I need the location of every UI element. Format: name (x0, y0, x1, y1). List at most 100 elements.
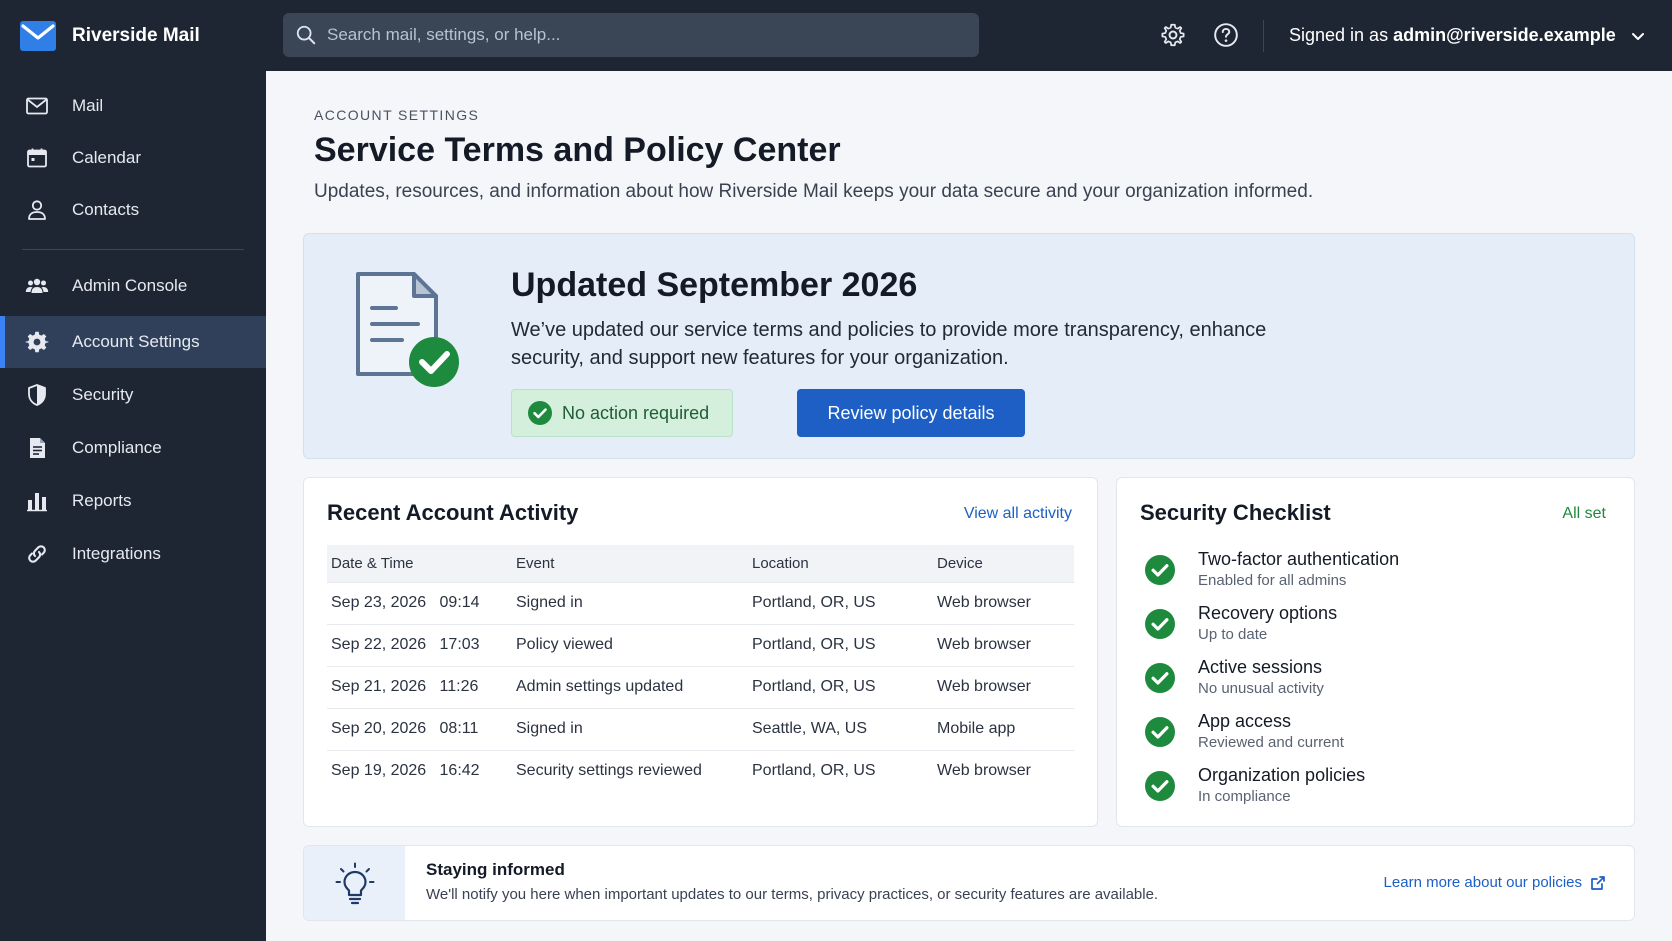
sidebar-item-label: Account Settings (72, 332, 200, 351)
cell-device: Mobile app (933, 707, 1074, 750)
sidebar-item-label: Compliance (72, 438, 162, 457)
cell-datetime: Sep 22, 2026 17:03 (327, 623, 512, 666)
search-bar[interactable] (283, 13, 979, 57)
sidebar-item-label: Contacts (72, 200, 140, 219)
top-divider (1263, 20, 1264, 52)
status-badge: No action required (511, 389, 733, 437)
sidebar-item-calendar[interactable]: Calendar (0, 132, 266, 184)
all-set-link[interactable]: All set (1562, 505, 1606, 523)
checklist-item-title: Organization policies (1198, 765, 1366, 785)
document-check-icon (356, 272, 459, 387)
sidebar-item-admin-console[interactable]: Admin Console (0, 260, 266, 312)
table-row: Sep 22, 2026 17:03 Policy viewed Portlan… (327, 623, 1074, 666)
checklist-item: Two-factor authentication Enabled for al… (1145, 549, 1615, 599)
checklist-item-title: Two-factor authentication (1198, 549, 1400, 569)
learn-more-label: Learn more about our policies (1383, 874, 1582, 891)
sidebar-item-label: Security (72, 385, 134, 404)
info-icon-box (304, 846, 405, 920)
check-circle-icon (1145, 771, 1175, 801)
brand[interactable]: Riverside Mail (0, 0, 266, 71)
table-header-row: Date & Time Event Location Device (327, 545, 1074, 582)
sidebar: Mail Calendar Contacts Admin Console Acc… (0, 71, 266, 941)
check-circle-icon (1145, 717, 1175, 747)
app-name: Riverside Mail (72, 24, 200, 46)
cell-device: Web browser (933, 581, 1074, 624)
cell-datetime: Sep 23, 2026 09:14 (327, 581, 512, 624)
cell-location: Portland, OR, US (748, 665, 933, 708)
lightbulb-icon (335, 862, 374, 905)
sidebar-item-account-settings[interactable]: Account Settings (0, 316, 266, 368)
help-icon[interactable] (1213, 22, 1239, 48)
table-row: Sep 21, 2026 11:26 Admin settings update… (327, 665, 1074, 708)
cell-location: Seattle, WA, US (748, 707, 933, 750)
cell-location: Portland, OR, US (748, 623, 933, 666)
cell-device: Web browser (933, 623, 1074, 666)
gear-icon[interactable] (1160, 22, 1186, 48)
sidebar-item-label: Reports (72, 491, 132, 510)
checklist-item-status: In compliance (1198, 788, 1291, 805)
activity-table: Date & Time Event Location Device Sep 23… (327, 545, 1074, 792)
review-policy-button[interactable]: Review policy details (797, 389, 1025, 437)
cell-event: Signed in (512, 707, 748, 750)
cell-datetime: Sep 19, 2026 16:42 (327, 749, 512, 792)
check-circle-icon (1145, 663, 1175, 693)
cell-datetime: Sep 20, 2026 08:11 (327, 707, 512, 750)
table-row: Sep 20, 2026 08:11 Signed in Seattle, WA… (327, 707, 1074, 750)
external-link-icon (1591, 875, 1605, 890)
account-menu[interactable]: Signed in as admin@riverside.example (1289, 0, 1646, 71)
cell-location: Portland, OR, US (748, 749, 933, 792)
bar-chart-icon (27, 493, 47, 512)
checklist-item-title: App access (1198, 711, 1292, 731)
table-row: Sep 23, 2026 09:14 Signed in Portland, O… (327, 581, 1074, 624)
page-subtitle: Updates, resources, and information abou… (314, 181, 1314, 202)
checklist-title: Security Checklist (1140, 500, 1331, 525)
cell-event: Policy viewed (512, 623, 748, 666)
status-label: No action required (562, 402, 710, 423)
people-icon (25, 278, 49, 293)
checklist-item-status: Up to date (1198, 626, 1268, 643)
banner-text: We’ve updated our service terms and poli… (511, 319, 1267, 369)
sidebar-item-label: Mail (72, 96, 104, 115)
table-row: Sep 19, 2026 16:42 Security settings rev… (327, 749, 1074, 792)
sidebar-item-security[interactable]: Security (0, 369, 266, 421)
policy-update-banner: Updated September 2026 We’ve updated our… (303, 233, 1635, 459)
learn-more-link[interactable]: Learn more about our policies (1384, 874, 1606, 891)
cell-event: Admin settings updated (512, 665, 748, 708)
cell-device: Web browser (933, 749, 1074, 792)
link-icon (28, 545, 46, 563)
view-all-activity-link[interactable]: View all activity (964, 505, 1072, 523)
staying-informed-bar: Staying informed We'll notify you here w… (303, 845, 1635, 921)
search-input[interactable] (327, 25, 947, 45)
checklist-item: Active sessions No unusual activity (1145, 657, 1615, 707)
mail-logo-icon (20, 20, 56, 51)
checklist-item: App access Reviewed and current (1145, 711, 1615, 761)
gear-icon (25, 331, 49, 353)
sidebar-item-label: Integrations (72, 544, 161, 563)
activity-title: Recent Account Activity (327, 500, 579, 525)
checklist-item-status: No unusual activity (1198, 680, 1324, 697)
top-bar: Riverside Mail Signed in as admin@rivers… (0, 0, 1672, 71)
checklist-item-title: Recovery options (1198, 603, 1338, 623)
signed-in-label: Signed in as (1289, 25, 1389, 45)
column-header: Device (937, 554, 983, 572)
cell-event: Security settings reviewed (512, 749, 748, 792)
person-icon (28, 200, 46, 220)
cell-event: Signed in (512, 581, 748, 624)
sidebar-item-reports[interactable]: Reports (0, 475, 266, 527)
sidebar-item-integrations[interactable]: Integrations (0, 528, 266, 580)
sidebar-item-compliance[interactable]: Compliance (0, 422, 266, 474)
checklist-item: Organization policies In compliance (1145, 765, 1615, 815)
breadcrumb: ACCOUNT SETTINGS (314, 107, 480, 123)
sidebar-item-contacts[interactable]: Contacts (0, 184, 266, 236)
info-title: Staying informed (426, 860, 565, 879)
chevron-down-icon (1631, 32, 1644, 40)
sidebar-divider (22, 249, 244, 250)
envelope-icon (26, 97, 48, 115)
sidebar-item-mail[interactable]: Mail (0, 80, 266, 132)
cell-datetime: Sep 21, 2026 11:26 (327, 665, 512, 708)
calendar-icon (27, 148, 47, 168)
search-icon (296, 25, 316, 45)
main-content: ACCOUNT SETTINGS Service Terms and Polic… (266, 71, 1672, 941)
check-circle-icon (1145, 555, 1175, 585)
cell-device: Web browser (933, 665, 1074, 708)
